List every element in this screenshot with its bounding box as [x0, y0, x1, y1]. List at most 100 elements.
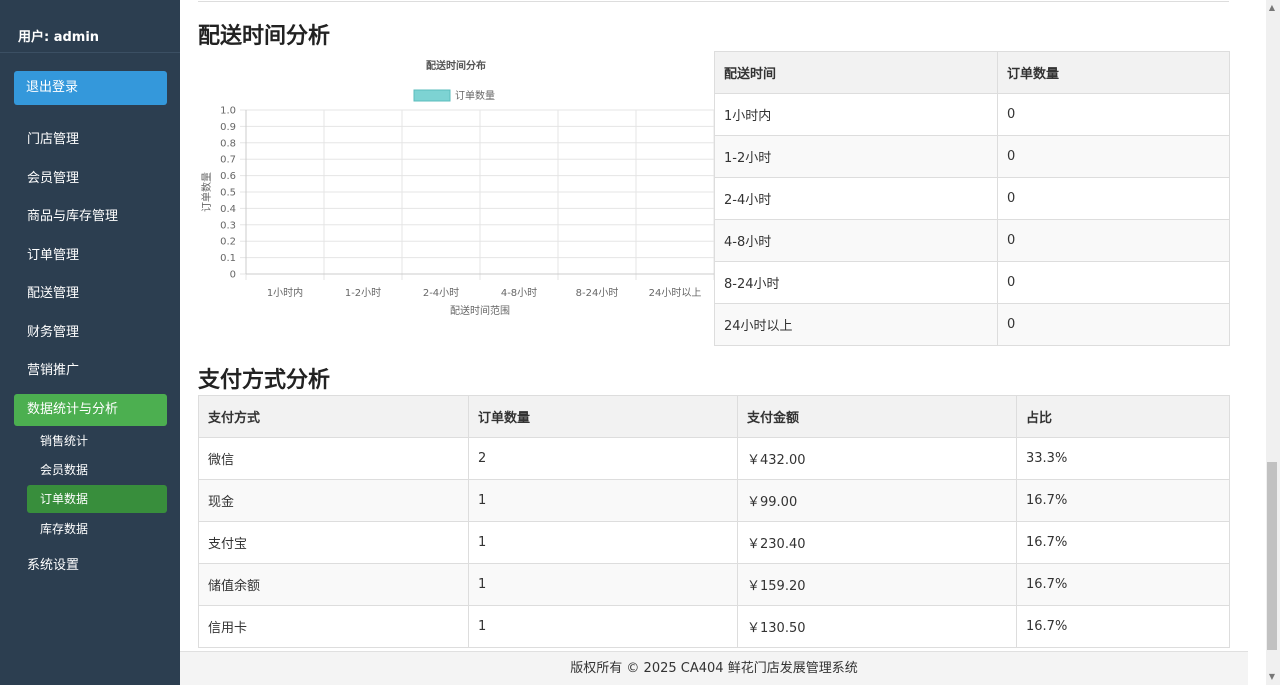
- column-header-payment-method: 支付方式: [198, 395, 469, 438]
- footer: 版权所有 © 2025 CA404 鲜花门店发展管理系统: [180, 651, 1248, 685]
- y-tick-label: 0.8: [220, 138, 236, 149]
- column-header-order-count: 订单数量: [997, 51, 1230, 94]
- scroll-down-arrow-icon[interactable]: ▼: [1266, 671, 1278, 683]
- sidebar-item-finance-management[interactable]: 财务管理: [14, 317, 167, 349]
- table-cell: 0: [997, 135, 1230, 178]
- table-cell: 8-24小时: [714, 261, 998, 304]
- chart-title: 配送时间分布: [426, 59, 486, 72]
- table-cell: 支付宝: [198, 521, 469, 564]
- table-row: 4-8小时 0: [714, 219, 1230, 262]
- table-cell: 1: [468, 479, 738, 522]
- main-content: 配送时间分析 配送时间分布 订单数量 0 0.1 0.2 0.3 0.4 0.5 0.6 0.7 0…: [180, 0, 1248, 651]
- table-cell: 16.7%: [1016, 563, 1230, 606]
- vertical-scrollbar[interactable]: ▲ ▼: [1248, 0, 1280, 685]
- table-cell: 16.7%: [1016, 521, 1230, 564]
- sidebar-subitem-sales-stats[interactable]: 销售统计: [27, 427, 167, 455]
- table-cell: ￥99.00: [737, 479, 1017, 522]
- table-cell: 0: [997, 303, 1230, 346]
- sidebar-divider: [0, 52, 180, 53]
- sidebar-item-product-inventory[interactable]: 商品与库存管理: [14, 201, 167, 233]
- delivery-chart-svg: 配送时间分布订单数量 0 0.1 0.2 0.3 0.4 0.5 0.6 0.7 0.8 0.9 1.…: [200, 59, 715, 317]
- table-cell: 信用卡: [198, 605, 469, 648]
- scrollbar-thumb[interactable]: [1267, 462, 1277, 650]
- y-tick-label: 0.1: [220, 253, 236, 264]
- delivery-time-table: 配送时间 订单数量 1小时内 0 1-2小时 0 2-4小时 0 4-8小时 0: [714, 51, 1230, 346]
- table-cell: 2-4小时: [714, 177, 998, 220]
- table-row: 微信 2 ￥432.00 33.3%: [198, 437, 1230, 480]
- payment-section-title: 支付方式分析: [198, 368, 331, 393]
- table-cell: 微信: [198, 437, 469, 480]
- sidebar-subitem-member-data[interactable]: 会员数据: [27, 456, 167, 484]
- table-cell: 1: [468, 563, 738, 606]
- table-cell: 33.3%: [1016, 437, 1230, 480]
- column-header-ratio: 占比: [1016, 395, 1230, 438]
- delivery-time-chart: 配送时间分布订单数量 0 0.1 0.2 0.3 0.4 0.5 0.6 0.7 0.8 0.9 1.…: [198, 52, 715, 342]
- table-cell: ￥230.40: [737, 521, 1017, 564]
- y-tick-label: 0.2: [220, 237, 236, 248]
- table-header-row: 支付方式 订单数量 支付金额 占比: [198, 395, 1230, 438]
- table-row: 信用卡 1 ￥130.50 16.7%: [198, 605, 1230, 648]
- table-header-row: 配送时间 订单数量: [714, 51, 1230, 94]
- x-tick-label: 4-8小时: [501, 287, 537, 299]
- column-header-payment-amount: 支付金额: [737, 395, 1017, 438]
- sidebar-item-system-settings[interactable]: 系统设置: [14, 550, 167, 582]
- x-tick-label: 1-2小时: [345, 287, 381, 299]
- table-row: 8-24小时 0: [714, 261, 1230, 304]
- sidebar: 用户: admin 退出登录 门店管理 会员管理 商品与库存管理 订单管理 配送…: [0, 0, 180, 685]
- scrollbar-gutter: [1248, 0, 1266, 685]
- y-tick-label: 1.0: [220, 106, 236, 117]
- sidebar-subitem-inventory-data[interactable]: 库存数据: [27, 515, 167, 543]
- logout-button[interactable]: 退出登录: [14, 71, 167, 105]
- y-tick-label: 0.4: [220, 204, 236, 215]
- sidebar-item-marketing[interactable]: 营销推广: [14, 355, 167, 387]
- table-row: 1小时内 0: [714, 93, 1230, 136]
- delivery-section-title: 配送时间分析: [198, 24, 331, 49]
- table-row: 支付宝 1 ￥230.40 16.7%: [198, 521, 1230, 564]
- table-cell: 储值余额: [198, 563, 469, 606]
- table-cell: 0: [997, 261, 1230, 304]
- sidebar-item-member-management[interactable]: 会员管理: [14, 163, 167, 195]
- table-cell: 2: [468, 437, 738, 480]
- table-cell: ￥130.50: [737, 605, 1017, 648]
- current-user-label: 用户: admin: [18, 30, 100, 45]
- table-cell: ￥432.00: [737, 437, 1017, 480]
- scroll-up-arrow-icon[interactable]: ▲: [1266, 2, 1278, 14]
- table-cell: ￥159.20: [737, 563, 1017, 606]
- x-tick-label: 1小时内: [267, 286, 303, 299]
- table-cell: 16.7%: [1016, 479, 1230, 522]
- y-axis-label: 订单数量: [200, 172, 213, 212]
- y-tick-label: 0.5: [220, 188, 236, 199]
- table-row: 储值余额 1 ￥159.20 16.7%: [198, 563, 1230, 606]
- table-cell: 1: [468, 521, 738, 564]
- sidebar-item-delivery-management[interactable]: 配送管理: [14, 278, 167, 310]
- table-cell: 0: [997, 219, 1230, 262]
- column-header-order-count: 订单数量: [468, 395, 738, 438]
- table-cell: 0: [997, 93, 1230, 136]
- legend-label: 订单数量: [455, 89, 495, 102]
- table-cell: 0: [997, 177, 1230, 220]
- sidebar-item-order-management[interactable]: 订单管理: [14, 240, 167, 272]
- y-tick-label: 0.6: [220, 171, 236, 182]
- y-tick-label: 0.3: [220, 220, 236, 231]
- sidebar-item-data-analytics[interactable]: 数据统计与分析: [14, 394, 167, 426]
- table-cell: 16.7%: [1016, 605, 1230, 648]
- table-cell: 1小时内: [714, 93, 998, 136]
- legend-swatch: [413, 89, 451, 102]
- y-tick-label: 0: [230, 270, 236, 281]
- table-cell: 24小时以上: [714, 303, 998, 346]
- x-tick-label: 8-24小时: [576, 287, 619, 299]
- sidebar-item-store-management[interactable]: 门店管理: [14, 124, 167, 156]
- table-row: 2-4小时 0: [714, 177, 1230, 220]
- table-row: 24小时以上 0: [714, 303, 1230, 346]
- column-header-delivery-time: 配送时间: [714, 51, 998, 94]
- previous-table-bottom-edge: [198, 0, 1229, 2]
- table-cell: 1: [468, 605, 738, 648]
- x-axis-label: 配送时间范围: [450, 304, 510, 317]
- sidebar-subitem-order-data[interactable]: 订单数据: [27, 485, 167, 513]
- table-row: 现金 1 ￥99.00 16.7%: [198, 479, 1230, 522]
- y-tick-label: 0.9: [220, 122, 236, 133]
- table-cell: 现金: [198, 479, 469, 522]
- y-tick-label: 0.7: [220, 155, 236, 166]
- payment-method-table: 支付方式 订单数量 支付金额 占比 微信 2 ￥432.00 33.3% 现金 …: [198, 395, 1230, 648]
- x-tick-label: 24小时以上: [649, 287, 702, 299]
